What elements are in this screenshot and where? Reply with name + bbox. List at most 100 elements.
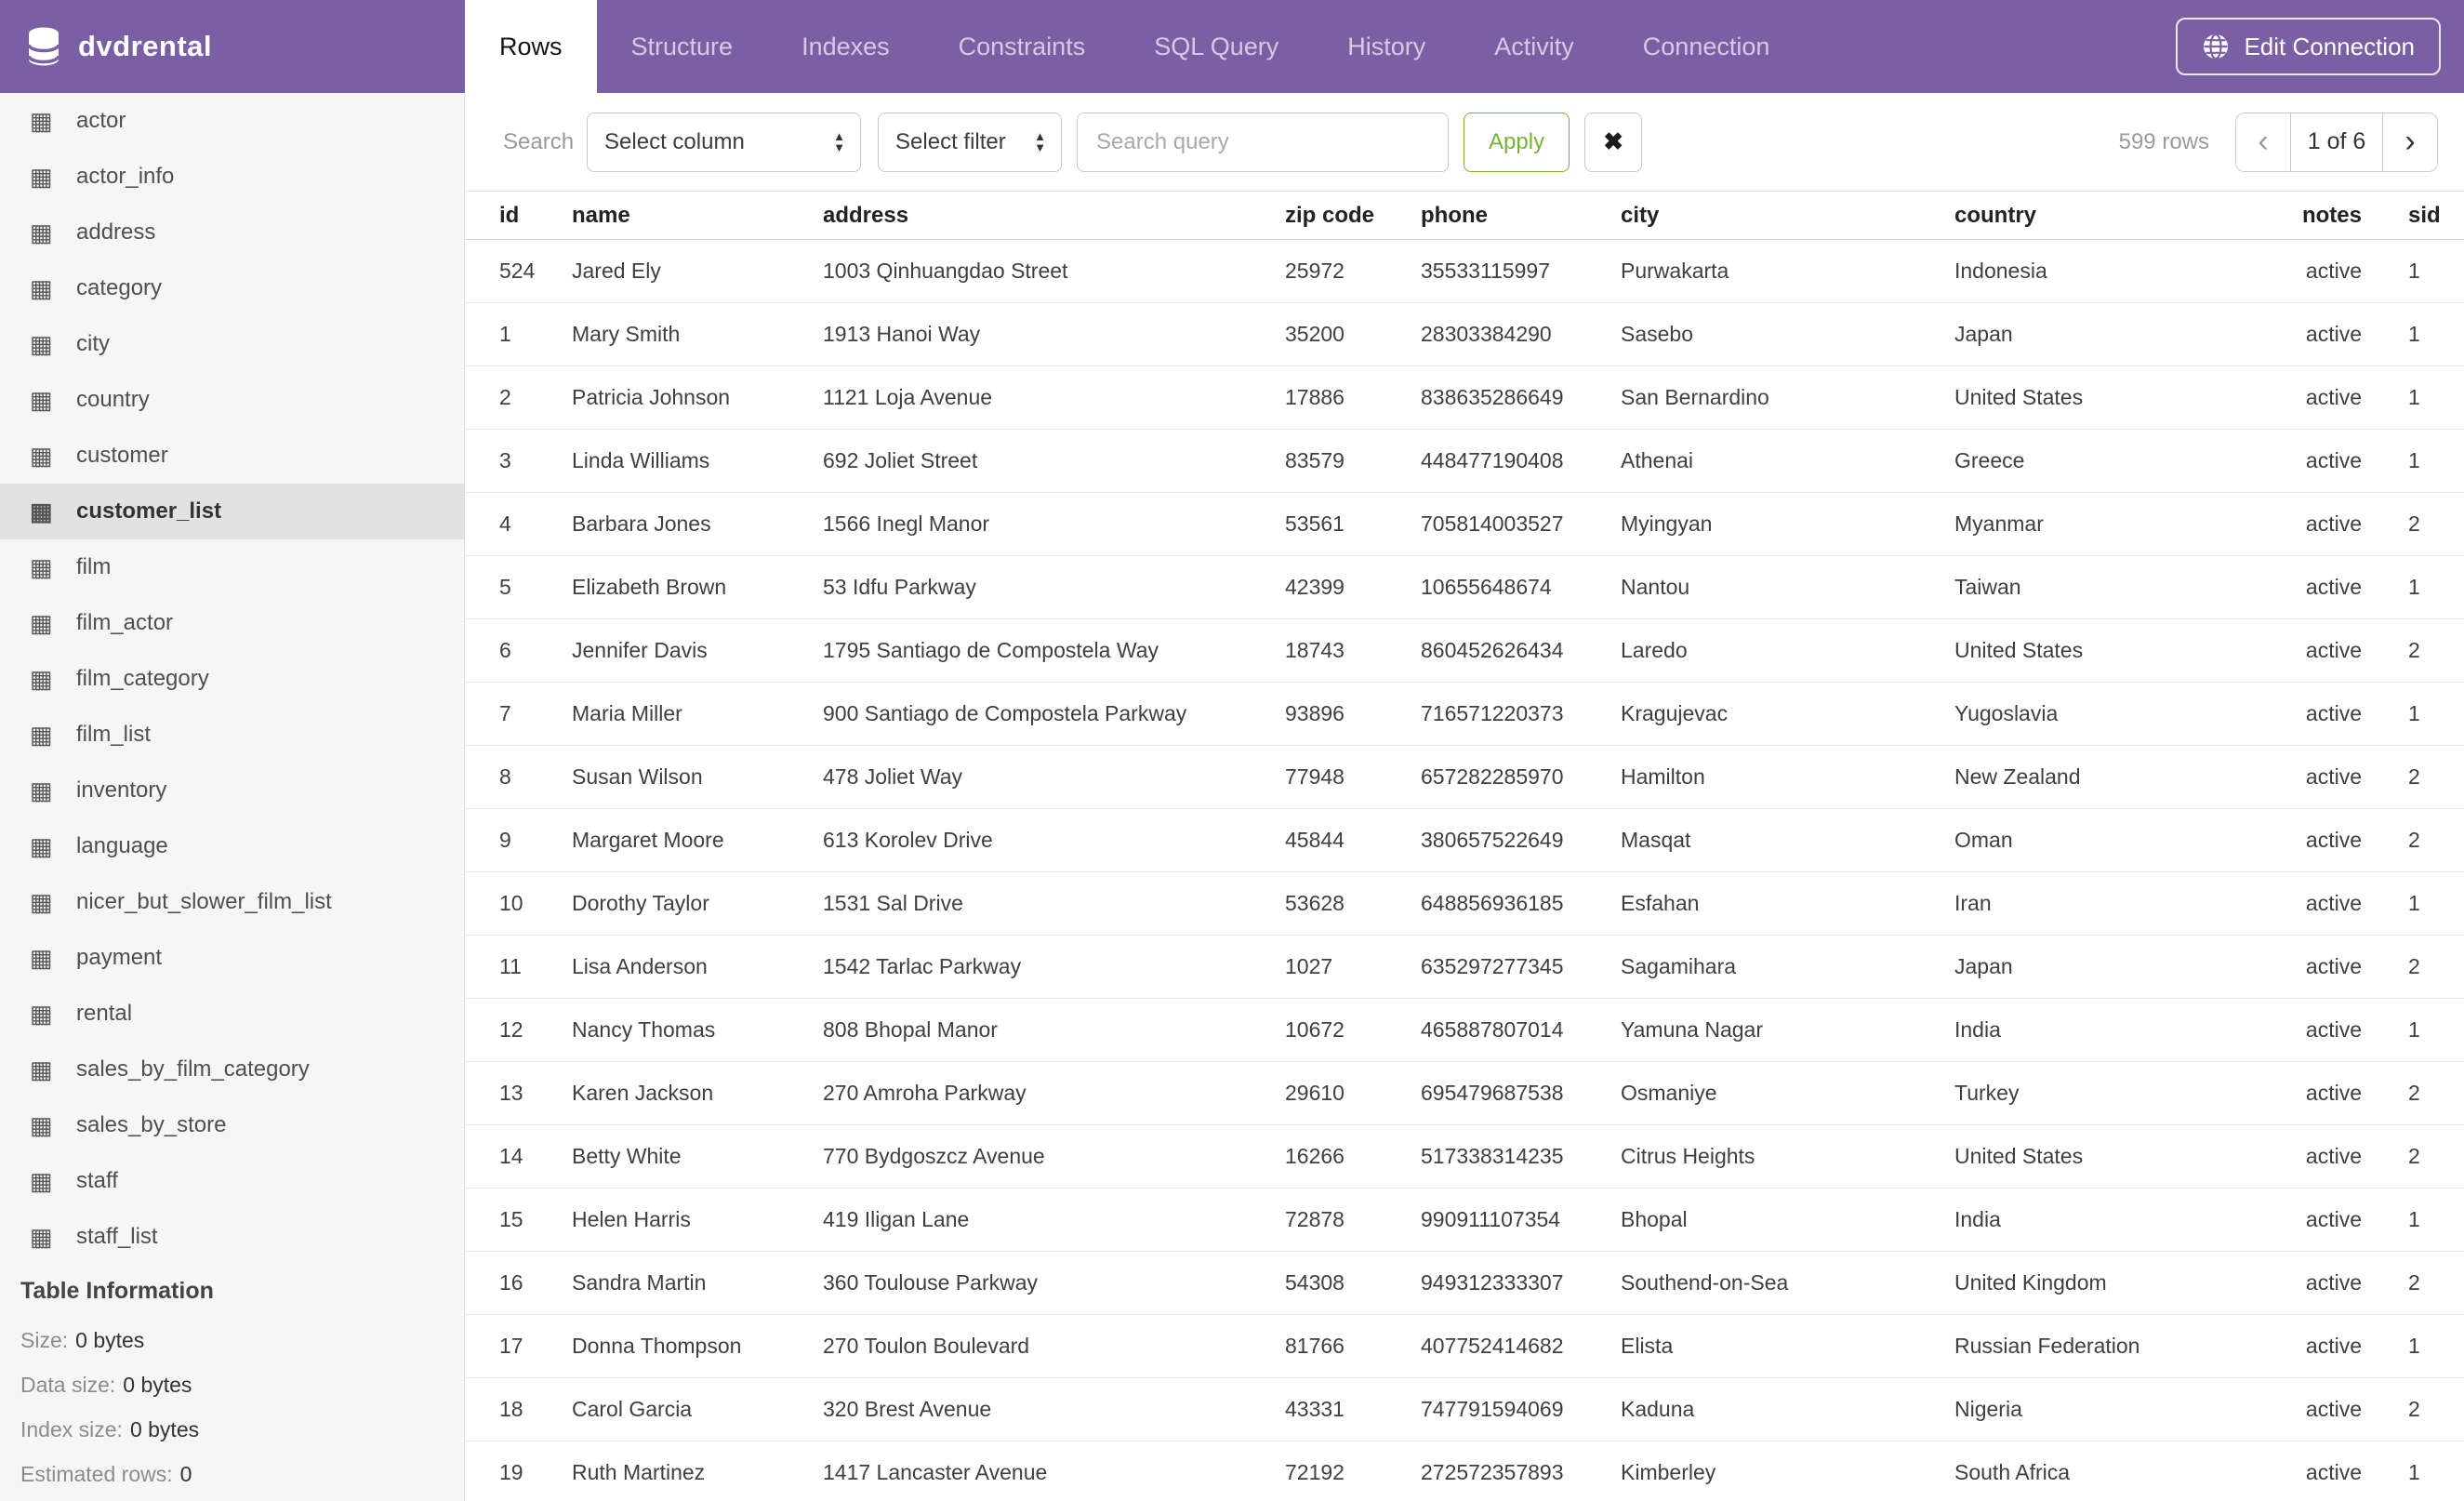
table-row[interactable]: 524 Jared Ely 1003 Qinhuangdao Street 25972…: [466, 239, 2464, 303]
sidebar-item-staff[interactable]: ▦ staff: [0, 1153, 464, 1209]
cell-notes: active: [2286, 1251, 2367, 1315]
filter-select[interactable]: Select filter ▲ ▼: [878, 112, 1063, 172]
sidebar-item-country[interactable]: ▦ country: [0, 372, 464, 428]
table-row[interactable]: 15 Helen Harris 419 Iligan Lane 72878 990911…: [466, 1188, 2464, 1252]
column-header-country[interactable]: country: [1954, 191, 2286, 240]
tab-constraints[interactable]: Constraints: [924, 0, 1120, 93]
sidebar-item-rental[interactable]: ▦ rental: [0, 986, 464, 1042]
tab-sql-query[interactable]: SQL Query: [1119, 0, 1313, 93]
cell-zip-code: 45844: [1285, 808, 1421, 872]
cell-country: India: [1954, 1188, 2286, 1252]
table-row[interactable]: 4 Barbara Jones 1566 Inegl Manor 53561 70581…: [466, 492, 2464, 556]
sidebar-item-film[interactable]: ▦ film: [0, 539, 464, 595]
tab-rows[interactable]: Rows: [465, 0, 597, 93]
sidebar-item-label: film_actor: [76, 610, 174, 635]
sidebar-item-customer-list[interactable]: ▦ customer_list: [0, 484, 464, 539]
sidebar-item-label: sales_by_store: [76, 1112, 227, 1137]
sidebar-item-language[interactable]: ▦ language: [0, 818, 464, 874]
sidebar-item-staff-list[interactable]: ▦ staff_list: [0, 1209, 464, 1265]
cell-phone: 860452626434: [1421, 618, 1621, 683]
table-row[interactable]: 9 Margaret Moore 613 Korolev Drive 45844 380…: [466, 808, 2464, 872]
cell-phone: 517338314235: [1421, 1124, 1621, 1189]
column-select[interactable]: Select column ▲ ▼: [587, 112, 862, 172]
table-row[interactable]: 13 Karen Jackson 270 Amroha Parkway 29610 69…: [466, 1061, 2464, 1125]
sidebar-item-city[interactable]: ▦ city: [0, 316, 464, 372]
sidebar-item-payment[interactable]: ▦ payment: [0, 930, 464, 986]
cell-zip-code: 17886: [1285, 365, 1421, 430]
sidebar-item-label: country: [76, 387, 150, 412]
sidebar-item-sales-by-film-category[interactable]: ▦ sales_by_film_category: [0, 1042, 464, 1097]
sidebar-item-inventory[interactable]: ▦ inventory: [0, 763, 464, 818]
table-row[interactable]: 8 Susan Wilson 478 Joliet Way 77948 65728228…: [466, 745, 2464, 809]
column-header-city[interactable]: city: [1621, 191, 1954, 240]
cell-sid: 1: [2367, 1188, 2464, 1252]
sidebar-item-film-list[interactable]: ▦ film_list: [0, 707, 464, 763]
column-header-id[interactable]: id: [466, 191, 572, 240]
cell-country: Japan: [1954, 302, 2286, 366]
next-page-button[interactable]: ›: [2383, 113, 2437, 171]
cell-name: Elizabeth Brown: [572, 555, 823, 619]
sidebar-item-sales-by-store[interactable]: ▦ sales_by_store: [0, 1097, 464, 1153]
table-row[interactable]: 1 Mary Smith 1913 Hanoi Way 35200 2830338429…: [466, 302, 2464, 366]
table-row[interactable]: 5 Elizabeth Brown 53 Idfu Parkway 42399 1065…: [466, 555, 2464, 619]
tab-structure[interactable]: Structure: [597, 0, 768, 93]
search-query-input[interactable]: [1077, 112, 1450, 172]
table-row[interactable]: 18 Carol Garcia 320 Brest Avenue 43331 74779…: [466, 1377, 2464, 1441]
table-row[interactable]: 6 Jennifer Davis 1795 Santiago de Composte…: [466, 618, 2464, 683]
table-row[interactable]: 7 Maria Miller 900 Santiago de Compostela …: [466, 682, 2464, 746]
cell-sid: 1: [2367, 555, 2464, 619]
table-info-label: Estimated rows:: [20, 1462, 173, 1486]
cell-city: Elista: [1621, 1314, 1954, 1378]
cell-country: Turkey: [1954, 1061, 2286, 1125]
table-row[interactable]: 16 Sandra Martin 360 Toulouse Parkway 54308…: [466, 1251, 2464, 1315]
sidebar-item-nicer-but-slower-film-list[interactable]: ▦ nicer_but_slower_film_list: [0, 874, 464, 930]
table-row[interactable]: 17 Donna Thompson 270 Toulon Boulevard 8176…: [466, 1314, 2464, 1378]
cell-address: 53 Idfu Parkway: [823, 555, 1285, 619]
sidebar-item-category[interactable]: ▦ category: [0, 260, 464, 316]
table-row[interactable]: 14 Betty White 770 Bydgoszcz Avenue 16266 51…: [466, 1124, 2464, 1189]
table-info-label: Data size:: [20, 1373, 116, 1397]
column-header-name[interactable]: name: [572, 191, 823, 240]
cell-phone: 28303384290: [1421, 302, 1621, 366]
sidebar-item-customer[interactable]: ▦ customer: [0, 428, 464, 484]
cell-country: United Kingdom: [1954, 1251, 2286, 1315]
app-header: dvdrental Rows Structure Indexes Constraint…: [0, 0, 2464, 93]
column-header-notes[interactable]: notes: [2286, 191, 2367, 240]
column-header-zip-code[interactable]: zip code: [1285, 191, 1421, 240]
table-info-value: 0: [179, 1462, 192, 1486]
edit-connection-button[interactable]: Edit Connection: [2176, 18, 2441, 75]
cell-phone: 407752414682: [1421, 1314, 1621, 1378]
table-row[interactable]: 10 Dorothy Taylor 1531 Sal Drive 53628 64885…: [466, 871, 2464, 936]
cell-phone: 380657522649: [1421, 808, 1621, 872]
cell-address: 1121 Loja Avenue: [823, 365, 1285, 430]
table-row[interactable]: 2 Patricia Johnson 1121 Loja Avenue 17886 83…: [466, 365, 2464, 430]
table-row[interactable]: 19 Ruth Martinez 1417 Lancaster Avenue 7219…: [466, 1441, 2464, 1501]
table-info-value: 0 bytes: [75, 1328, 145, 1352]
cell-notes: active: [2286, 429, 2367, 493]
sidebar-item-label: customer: [76, 443, 168, 468]
cell-address: 692 Joliet Street: [823, 429, 1285, 493]
column-header-address[interactable]: address: [823, 191, 1285, 240]
cell-sid: 2: [2367, 1124, 2464, 1189]
column-header-phone[interactable]: phone: [1421, 191, 1621, 240]
table-info-label: Size:: [20, 1328, 69, 1352]
cell-zip-code: 53561: [1285, 492, 1421, 556]
prev-page-button[interactable]: ‹: [2236, 113, 2290, 171]
sidebar-item-actor-info[interactable]: ▦ actor_info: [0, 149, 464, 205]
sidebar-item-address[interactable]: ▦ address: [0, 205, 464, 260]
sidebar-item-film-actor[interactable]: ▦ film_actor: [0, 595, 464, 651]
apply-button[interactable]: Apply: [1464, 112, 1570, 172]
table-row[interactable]: 12 Nancy Thomas 808 Bhopal Manor 10672 46588…: [466, 998, 2464, 1062]
tab-indexes[interactable]: Indexes: [767, 0, 924, 93]
sidebar-item-actor[interactable]: ▦ actor: [0, 93, 464, 149]
table-grid-icon: ▦: [30, 162, 53, 191]
sidebar-item-film-category[interactable]: ▦ film_category: [0, 651, 464, 707]
column-header-sid[interactable]: sid: [2367, 191, 2464, 240]
clear-search-button[interactable]: ✖: [1584, 112, 1643, 172]
tab-activity[interactable]: Activity: [1460, 0, 1609, 93]
table-information-fields: Size: 0 bytes Data size: 0 bytes Index size:…: [20, 1318, 464, 1496]
tab-history[interactable]: History: [1313, 0, 1460, 93]
tab-connection[interactable]: Connection: [1609, 0, 1805, 93]
table-row[interactable]: 11 Lisa Anderson 1542 Tarlac Parkway 1027 63…: [466, 935, 2464, 999]
table-row[interactable]: 3 Linda Williams 692 Joliet Street 83579 448…: [466, 429, 2464, 493]
